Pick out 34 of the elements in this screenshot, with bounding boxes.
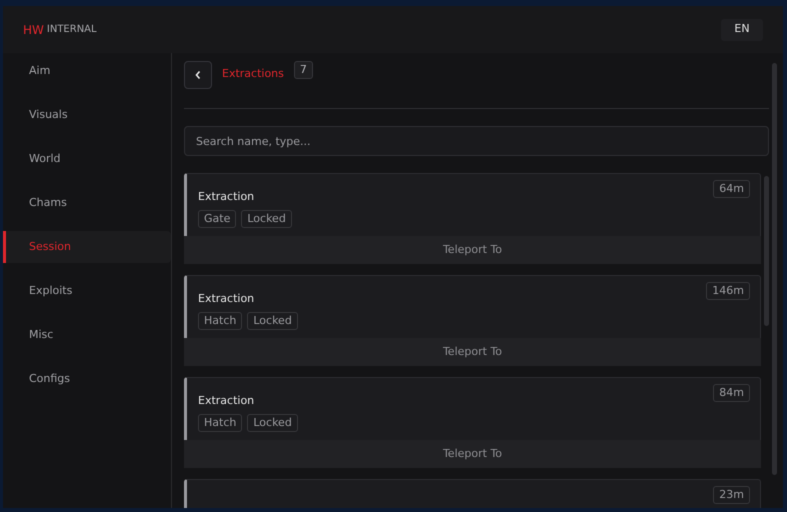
language-button[interactable]: EN	[721, 18, 763, 40]
sidebar-item[interactable]: Exploits	[3, 275, 171, 307]
sidebar-item[interactable]: Aim	[3, 55, 171, 87]
sidebar-item[interactable]: Misc	[3, 319, 171, 351]
back-button[interactable]	[184, 61, 212, 89]
tag: Gate	[198, 210, 236, 228]
scrollbar-thumb[interactable]	[772, 63, 777, 475]
brand-logo: HW	[23, 22, 44, 38]
count-badge: 7	[294, 61, 313, 79]
extraction-name: Extraction	[198, 190, 256, 204]
teleport-button[interactable]: Teleport To	[184, 236, 761, 264]
distance-badge: 146m	[706, 282, 750, 300]
search-field[interactable]: Search name, type...	[184, 126, 769, 156]
scrollbar-thumb[interactable]	[764, 176, 769, 326]
sidebar-item[interactable]: Visuals	[3, 99, 171, 131]
sidebar-item[interactable]: Session	[3, 231, 171, 263]
sidebar-item[interactable]: World	[3, 143, 171, 175]
tag: Hatch	[198, 414, 242, 432]
sidebar-item[interactable]: Chams	[3, 187, 171, 219]
tag: Locked	[241, 210, 292, 228]
teleport-button[interactable]: Teleport To	[184, 440, 761, 468]
page-title: Extractions	[222, 66, 284, 82]
chevron-left-icon	[194, 70, 202, 80]
distance-badge: 84m	[713, 384, 750, 402]
sidebar-item[interactable]: Configs	[3, 363, 171, 395]
app-title: INTERNAL	[46, 23, 97, 37]
tag: Locked	[247, 312, 298, 330]
teleport-button[interactable]: Teleport To	[184, 338, 761, 366]
distance-badge: 64m	[713, 180, 750, 198]
distance-badge: 23m	[713, 486, 750, 504]
extraction-name: Extraction	[198, 292, 256, 306]
tag: Hatch	[198, 312, 242, 330]
extraction-name: Extraction	[198, 394, 256, 408]
tag: Locked	[247, 414, 298, 432]
